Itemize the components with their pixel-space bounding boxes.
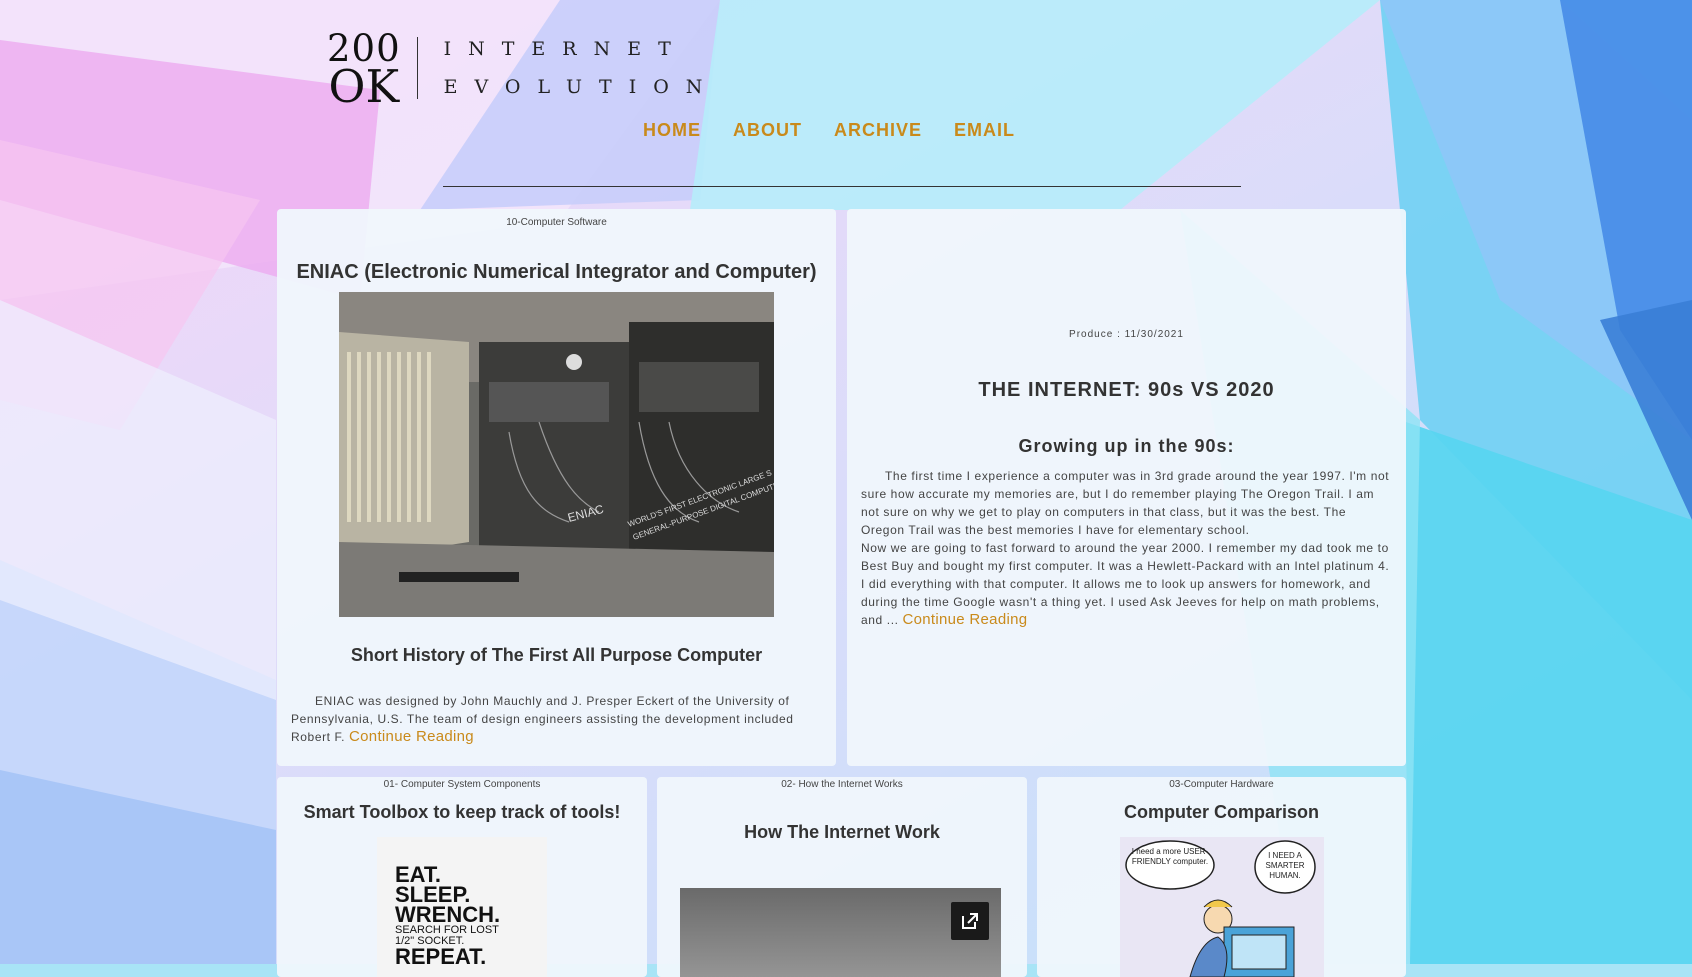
post-paragraph-1: The first time I experience a computer w… — [861, 469, 1390, 537]
eniac-photo: ENIAC WORLD'S FIRST ELECTRONIC LARGE S G… — [339, 292, 774, 617]
logo-divider — [416, 37, 418, 99]
post-card-comparison: 03-Computer Hardware Computer Comparison… — [1037, 777, 1406, 977]
post-category[interactable]: 01- Computer System Components — [277, 779, 647, 790]
nav-archive[interactable]: ARCHIVE — [834, 120, 922, 141]
post-category[interactable]: 10-Computer Software — [277, 217, 836, 228]
post-card-how-internet: 02- How the Internet Works How The Inter… — [657, 777, 1027, 977]
bubble-right-text: I NEED A SMARTER HUMAN. — [1265, 851, 1305, 880]
post-excerpt: The first time I experience a computer w… — [861, 467, 1392, 629]
nav-home[interactable]: HOME — [643, 120, 701, 141]
nav-email[interactable]: EMAIL — [954, 120, 1015, 141]
post-subtitle: Growing up in the 90s: — [1018, 436, 1235, 456]
post-title[interactable]: How The Internet Work — [657, 822, 1027, 843]
post-title[interactable]: Computer Comparison — [1037, 802, 1406, 823]
comparison-cartoon[interactable]: I need a more USER-FRIENDLY computer. I … — [1120, 837, 1324, 977]
post-category[interactable]: 02- How the Internet Works — [657, 779, 1027, 790]
toolbox-image-text: EAT. SLEEP. WRENCH. SEARCH FOR LOST 1/2"… — [377, 837, 547, 969]
post-card-toolbox: 01- Computer System Components Smart Too… — [277, 777, 647, 977]
toolbox-line-3: WRENCH. — [395, 902, 501, 927]
post-title[interactable]: ENIAC (Electronic Numerical Integrator a… — [277, 261, 836, 284]
bubble-left-text: I need a more USER-FRIENDLY computer. — [1131, 847, 1209, 866]
toolbox-image[interactable]: EAT. SLEEP. WRENCH. SEARCH FOR LOST 1/2"… — [377, 837, 547, 977]
post-title[interactable]: THE INTERNET: 90s VS 2020 — [847, 379, 1406, 402]
continue-reading-link[interactable]: Continue Reading — [349, 728, 474, 745]
main-nav: HOME ABOUT ARCHIVE EMAIL — [643, 120, 1047, 141]
post-subtitle: Short History of The First All Purpose C… — [350, 645, 763, 665]
post-category[interactable]: 03-Computer Hardware — [1037, 779, 1406, 790]
post-card-eniac: 10-Computer Software ENIAC (Electronic N… — [277, 209, 836, 766]
post-title[interactable]: Smart Toolbox to keep track of tools! — [277, 802, 647, 823]
logo-mark: 200 OK — [327, 30, 401, 113]
logo-word-internet: INTERNET — [443, 38, 688, 60]
nav-about[interactable]: ABOUT — [733, 120, 802, 141]
site-logo[interactable]: 200 OK INTERNET EVOLUTION — [327, 30, 720, 113]
header-divider — [443, 186, 1241, 187]
eniac-image[interactable]: ENIAC WORLD'S FIRST ELECTRONIC LARGE S G… — [339, 292, 774, 617]
toolbox-line-6: REPEAT. — [395, 944, 487, 969]
continue-reading-link[interactable]: Continue Reading — [903, 611, 1028, 628]
external-link-icon[interactable] — [951, 902, 989, 940]
post-meta: Produce : 11/30/2021 — [1069, 329, 1184, 340]
external-link-glyph — [962, 913, 978, 929]
post-excerpt: ENIAC was designed by John Mauchly and J… — [291, 692, 822, 746]
logo-word-evolution: EVOLUTION — [443, 76, 720, 98]
post-paragraph-2-wrap: Now we are going to fast forward to arou… — [861, 539, 1392, 629]
logo-wordmark: INTERNET EVOLUTION — [444, 30, 720, 106]
post-card-internet: Produce : 11/30/2021 THE INTERNET: 90s V… — [847, 209, 1406, 766]
logo-line2: OK — [328, 60, 400, 113]
